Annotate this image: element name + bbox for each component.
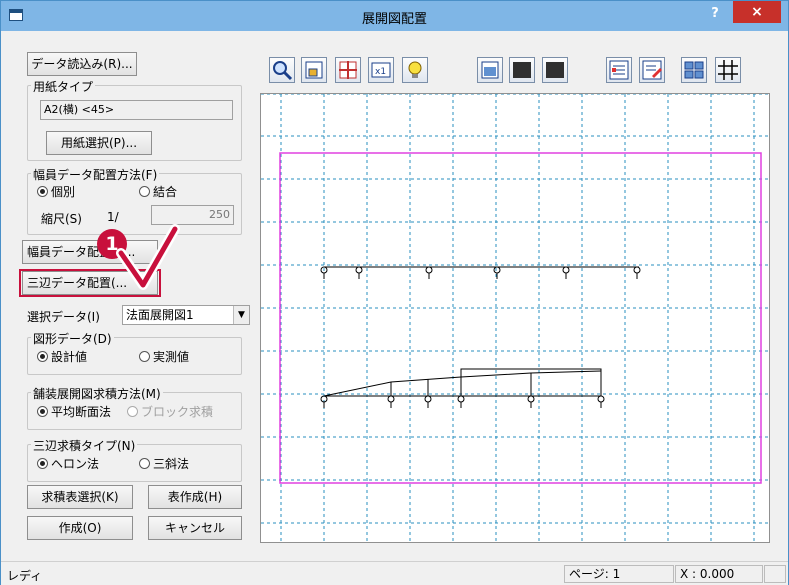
radio-design[interactable]: 設計値 bbox=[37, 348, 87, 365]
checkmark-icon bbox=[116, 224, 180, 290]
grid-icon[interactable] bbox=[715, 57, 741, 83]
radio-dot bbox=[37, 351, 48, 362]
paper-type-label: 用紙タイプ bbox=[31, 78, 96, 95]
load-data-button[interactable]: データ読込み(R)... bbox=[27, 52, 137, 76]
radio-individual[interactable]: 個別 bbox=[37, 183, 75, 200]
dialog-window: 展開図配置 ? × データ読込み(R)... 用紙タイプ A2(横) <45> … bbox=[0, 0, 789, 585]
fit-view-icon[interactable] bbox=[301, 57, 327, 83]
page-indicator: ページ: 1 bbox=[564, 565, 674, 583]
radio-dot bbox=[139, 186, 150, 197]
radio-dot bbox=[37, 406, 48, 417]
radio-label: 平均断面法 bbox=[51, 405, 112, 419]
radio-dot bbox=[37, 458, 48, 469]
radio-label: 三斜法 bbox=[153, 457, 190, 471]
paper-type-field: A2(横) <45> bbox=[40, 100, 233, 120]
resize-grip[interactable] bbox=[764, 565, 786, 583]
radio-heron[interactable]: ヘロン法 bbox=[37, 455, 99, 472]
chevron-down-icon: ▼ bbox=[233, 306, 249, 324]
arrange-icon[interactable] bbox=[681, 57, 707, 83]
sheet-dark-icon[interactable] bbox=[509, 57, 535, 83]
radio-label: ブロック求積 bbox=[141, 405, 214, 419]
create-button[interactable]: 作成(O) bbox=[27, 516, 133, 540]
pavement-method-label: 舗装展開図求積方法(M) bbox=[31, 385, 163, 402]
radio-actual[interactable]: 実測値 bbox=[139, 348, 189, 365]
radio-combine[interactable]: 結合 bbox=[139, 183, 177, 200]
radio-label: ヘロン法 bbox=[51, 457, 100, 471]
close-button[interactable]: × bbox=[733, 1, 781, 23]
title-bar: 展開図配置 ? × bbox=[1, 1, 788, 31]
move-icon[interactable] bbox=[335, 57, 361, 83]
radio-dot bbox=[127, 406, 138, 417]
radio-dot bbox=[139, 458, 150, 469]
cancel-button[interactable]: キャンセル bbox=[148, 516, 242, 540]
triangle-data-shape bbox=[320, 368, 605, 408]
sheet-dark2-icon[interactable] bbox=[542, 57, 568, 83]
radio-dot bbox=[139, 351, 150, 362]
radio-label: 実測値 bbox=[153, 350, 190, 364]
select-data-label: 選択データ(I) bbox=[27, 310, 100, 324]
paper-border bbox=[279, 152, 762, 484]
radio-label: 設計値 bbox=[51, 350, 88, 364]
quad-table-select-button[interactable]: 求積表選択(K) bbox=[27, 485, 133, 509]
zoom-icon[interactable] bbox=[269, 57, 295, 83]
bulb-icon[interactable] bbox=[402, 57, 428, 83]
radio-label: 結合 bbox=[153, 185, 178, 199]
table-create-button[interactable]: 表作成(H) bbox=[148, 485, 242, 509]
svg-text:x1: x1 bbox=[375, 67, 386, 77]
scale-field[interactable]: 250 bbox=[151, 205, 234, 225]
paper-select-button[interactable]: 用紙選択(P)... bbox=[46, 131, 152, 155]
width-data-label: 幅員データ配置方法(F) bbox=[31, 166, 160, 183]
radio-label: 個別 bbox=[51, 185, 76, 199]
status-bar: レディ ページ: 1 X : 0.000 bbox=[1, 561, 788, 585]
status-text: レディ bbox=[7, 569, 43, 583]
shape-data-label: 図形データ(D) bbox=[31, 330, 114, 347]
radio-average[interactable]: 平均断面法 bbox=[37, 403, 111, 420]
window-title: 展開図配置 bbox=[361, 12, 427, 27]
width-data-shape bbox=[320, 266, 641, 279]
list-icon[interactable] bbox=[606, 57, 632, 83]
edit-list-icon[interactable] bbox=[639, 57, 665, 83]
select-data-dropdown[interactable]: 法面展開図1 ▼ bbox=[122, 305, 250, 325]
triangle-type-label: 三辺求積タイプ(N) bbox=[31, 437, 138, 454]
scale-1x-icon[interactable]: x1 bbox=[368, 57, 394, 83]
scale-label: 縮尺(S) bbox=[41, 212, 82, 226]
layout-icon[interactable] bbox=[477, 57, 503, 83]
radio-block: ブロック求積 bbox=[127, 403, 213, 420]
layout-canvas[interactable] bbox=[260, 93, 770, 543]
radio-three[interactable]: 三斜法 bbox=[139, 455, 189, 472]
x-coordinate: X : 0.000 bbox=[675, 565, 763, 583]
scale-prefix: 1/ bbox=[107, 210, 119, 224]
radio-dot bbox=[37, 186, 48, 197]
select-data-value: 法面展開図1 bbox=[126, 308, 194, 322]
help-button[interactable]: ? bbox=[701, 3, 729, 25]
drawing-surface bbox=[261, 94, 769, 542]
